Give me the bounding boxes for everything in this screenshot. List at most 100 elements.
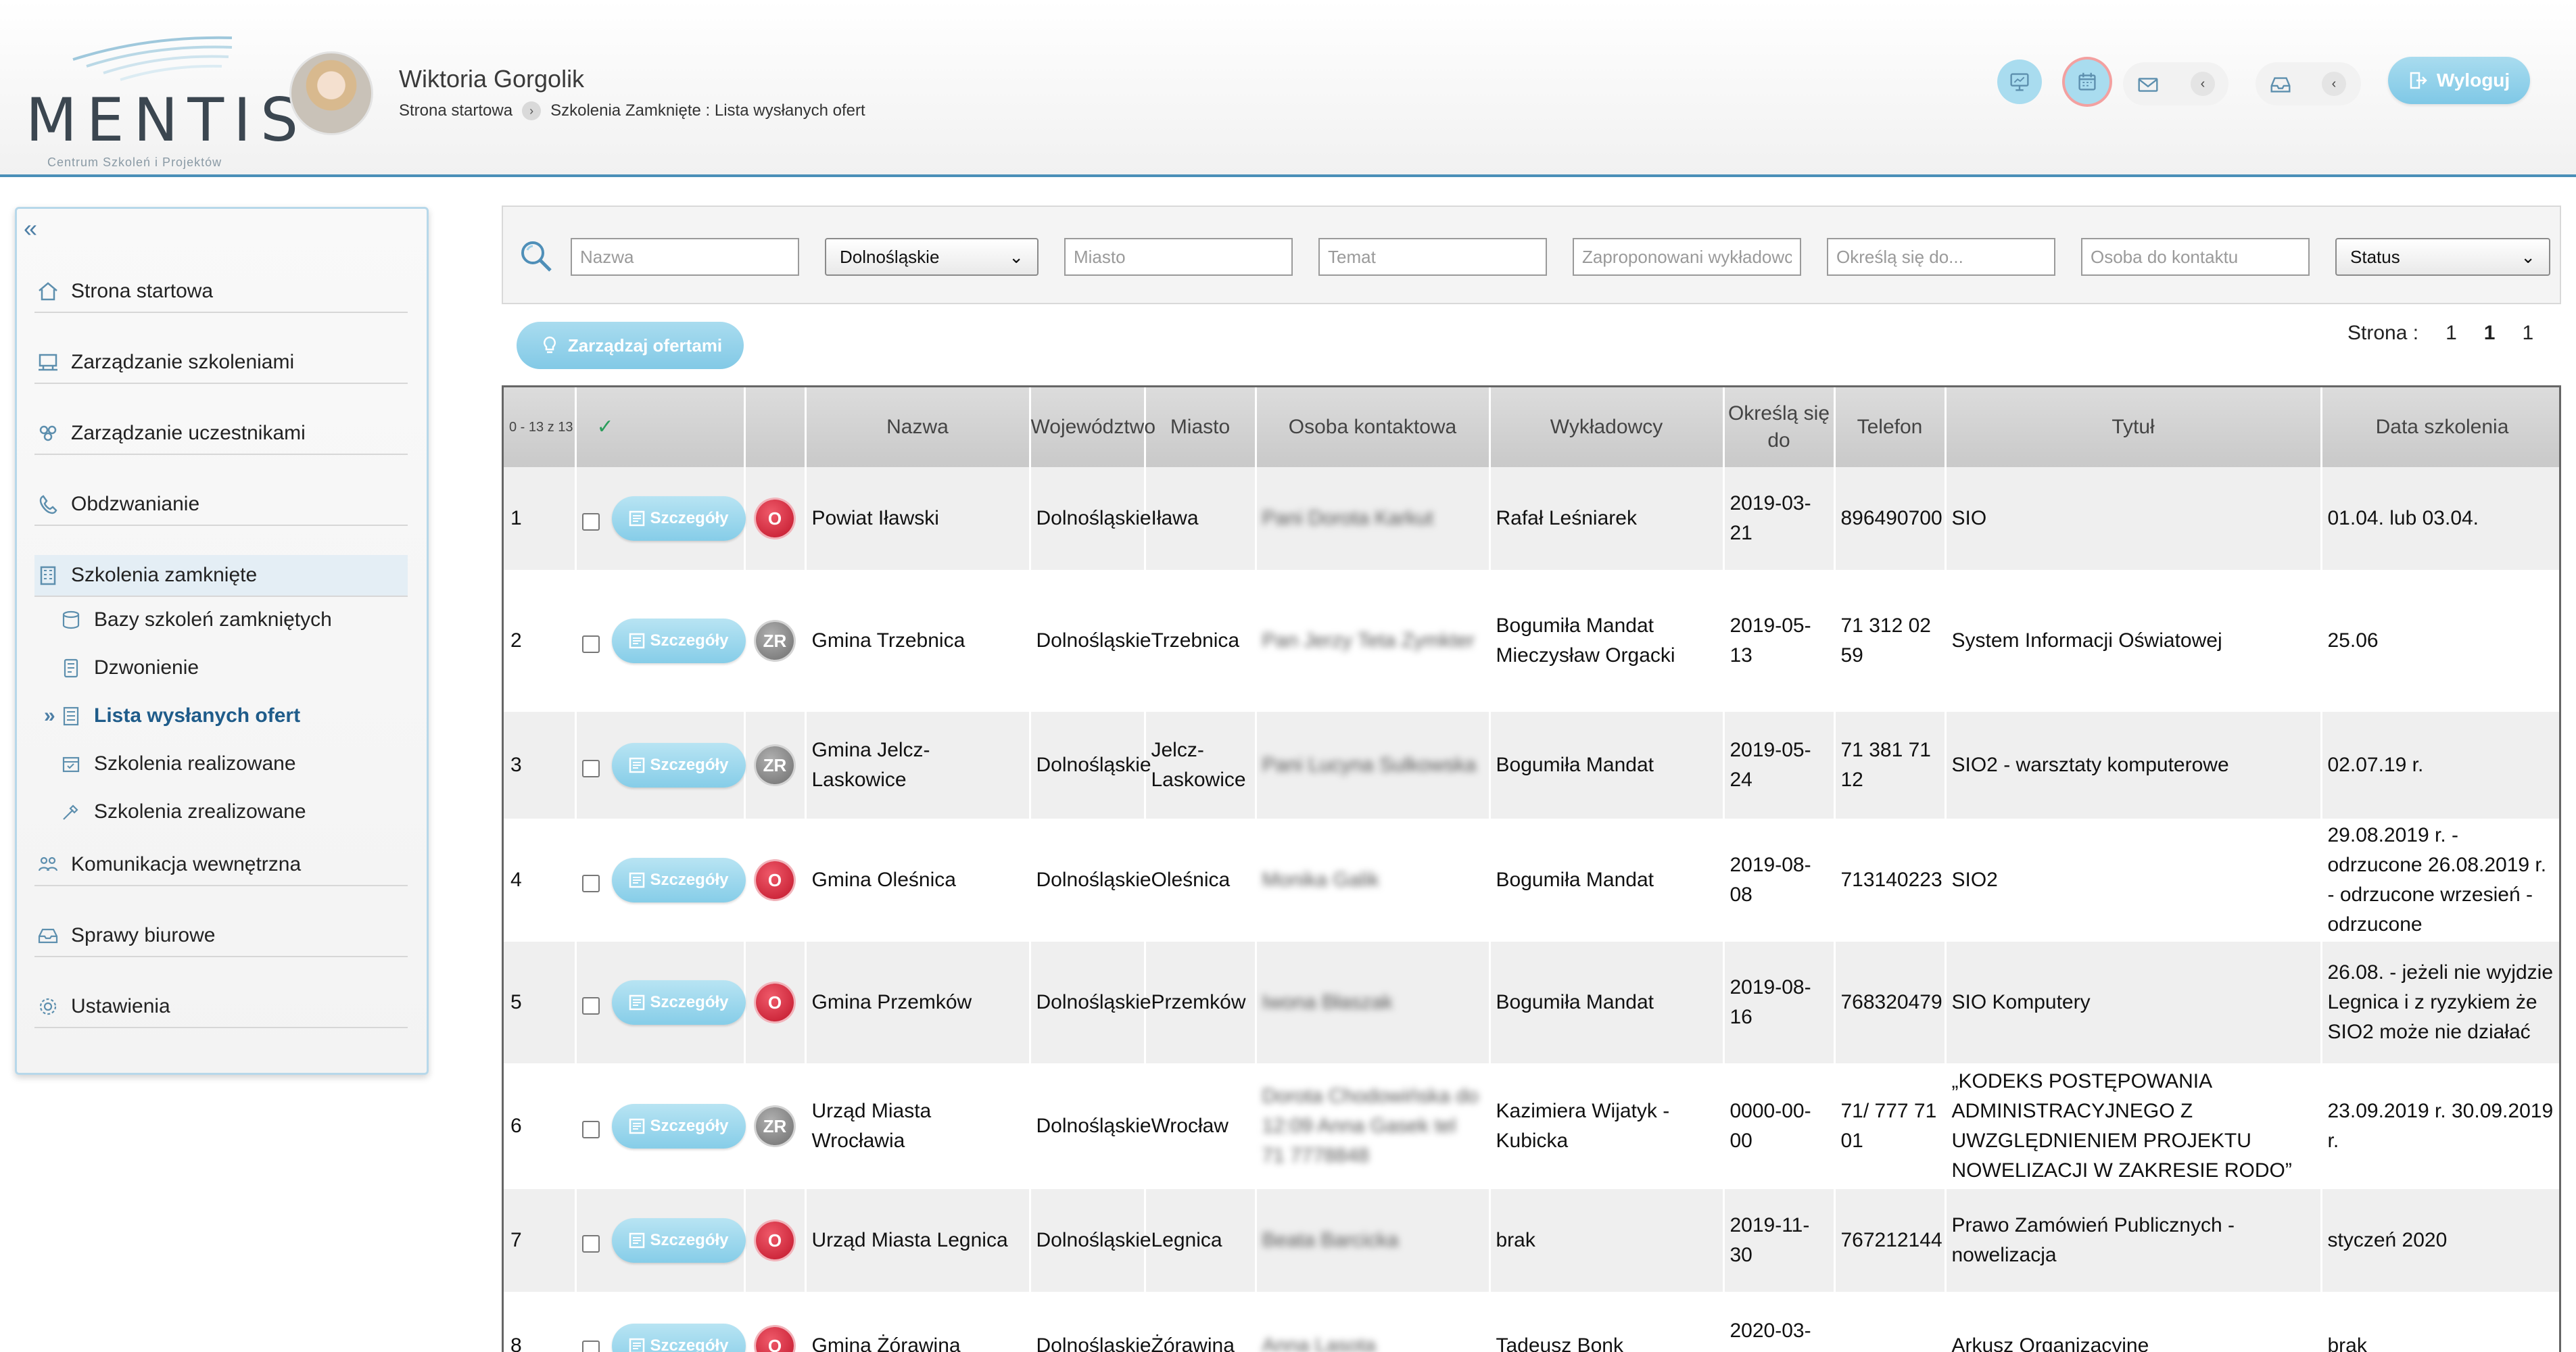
sidebar-item-obdzwanianie[interactable]: Obdzwanianie — [34, 484, 408, 526]
status-badge: O — [756, 1222, 794, 1259]
search-icon[interactable] — [518, 238, 556, 276]
status-badge: O — [756, 500, 794, 537]
cell-miasto: Wrocław — [1145, 1063, 1257, 1189]
col-header-osoba[interactable]: Osoba kontaktowa — [1256, 387, 1491, 467]
status-selected: Status — [2350, 246, 2400, 267]
subitem-szkolenia-zrealizowane[interactable]: Szkolenia zrealizowane — [57, 793, 409, 831]
badge-header — [744, 387, 807, 467]
okresl-input[interactable] — [1827, 238, 2055, 276]
col-header-nazwa[interactable]: Nazwa — [805, 387, 1031, 467]
logout-button[interactable]: Wyloguj — [2388, 57, 2530, 104]
page-link[interactable]: 1 — [2446, 322, 2457, 345]
wykladowcy-input[interactable] — [1573, 238, 1801, 276]
row-checkbox[interactable] — [581, 875, 600, 893]
status-select[interactable]: Status ⌄ — [2335, 238, 2550, 276]
miasto-input[interactable] — [1064, 238, 1293, 276]
logout-label: Wyloguj — [2436, 70, 2510, 91]
details-button[interactable]: Szczegóły — [611, 496, 746, 541]
cell-nazwa: Gmina Oleśnica — [805, 819, 1031, 942]
cell-data: 02.07.19 r. — [2321, 712, 2559, 819]
row-checkbox[interactable] — [581, 1341, 600, 1352]
row-number: 3 — [504, 712, 577, 819]
details-button[interactable]: Szczegóły — [611, 1104, 746, 1149]
sidebar-item-ustawienia[interactable]: Ustawienia — [34, 986, 408, 1028]
cell-wykladowcy: Rafał Leśniarek — [1489, 467, 1725, 570]
row-checkbox[interactable] — [581, 1235, 600, 1253]
cell-wykladowcy: Bogumiła Mandat — [1489, 819, 1725, 942]
col-header-okresl[interactable]: Określą się do — [1723, 387, 1836, 467]
manage-offers-button[interactable]: Zarządzaj ofertami — [517, 322, 744, 369]
details-button[interactable]: Szczegóły — [611, 1218, 746, 1263]
row-checkbox[interactable] — [581, 760, 600, 778]
details-icon — [629, 1338, 645, 1352]
details-button[interactable]: Szczegóły — [611, 1324, 746, 1352]
mail-icon — [2138, 78, 2158, 92]
pagination: Strona : 1 1 1 — [2347, 322, 2533, 345]
collapse-sidebar-icon[interactable]: « — [24, 214, 37, 243]
cell-nazwa: Urząd Miasta Wrocławia — [805, 1063, 1031, 1189]
cell-osoba: Pani Lucyna Sulkowska — [1256, 712, 1491, 819]
inbox-button[interactable] — [2258, 62, 2303, 107]
sidebar-item-komunikacja[interactable]: Komunikacja wewnętrzna — [34, 844, 408, 886]
details-button[interactable]: Szczegóły — [611, 619, 746, 663]
details-icon — [629, 1118, 645, 1134]
col-header-wojewodztwo[interactable]: Województwo — [1030, 387, 1155, 467]
offers-table: 0 - 13 z 13 ✓ Nazwa Województwo Miasto O… — [502, 385, 2561, 1352]
nazwa-input[interactable] — [571, 238, 799, 276]
calendar-button[interactable] — [2065, 59, 2109, 104]
breadcrumb-home[interactable]: Strona startowa — [399, 101, 512, 120]
select-all-header[interactable]: ✓ — [575, 387, 746, 467]
inbox-expand-arrow[interactable]: ‹ — [2322, 72, 2346, 96]
mentis-logo[interactable]: MENTIS Centrum Szkoleń i Projektów — [26, 32, 298, 169]
details-button[interactable]: Szczegóły — [611, 743, 746, 788]
row-actions-cell: Szczegóły — [575, 1189, 746, 1292]
sidebar-item-szkolenia-zamkniete[interactable]: Szkolenia zamknięte — [34, 555, 408, 597]
status-badge: ZR — [756, 746, 794, 784]
status-badge: ZR — [756, 622, 794, 660]
temat-input[interactable] — [1318, 238, 1547, 276]
wojewodztwo-select[interactable]: Dolnośląskie ⌄ — [825, 238, 1039, 276]
row-checkbox[interactable] — [581, 513, 600, 531]
cell-okresl: 2019-05-13 — [1723, 570, 1836, 712]
details-button[interactable]: Szczegóły — [611, 858, 746, 902]
col-header-data[interactable]: Data szkolenia — [2321, 387, 2559, 467]
mail-button[interactable] — [2126, 62, 2170, 107]
cell-okresl: 2019-05-24 — [1723, 712, 1836, 819]
cell-tytul: SIO — [1945, 467, 2322, 570]
row-checkbox[interactable] — [581, 635, 600, 654]
cell-tytul: SIO2 - warsztaty komputerowe — [1945, 712, 2322, 819]
table-row: 1 Szczegóły O Powiat Iławski Dolnośląskie Iła… — [504, 467, 2559, 570]
status-badge-cell: O — [744, 467, 807, 570]
subitem-lista-wyslanych-ofert[interactable]: » Lista wysłanych ofert — [44, 697, 409, 735]
row-checkbox[interactable] — [581, 1121, 600, 1139]
cell-osoba: Monika Galik — [1256, 819, 1491, 942]
details-button[interactable]: Szczegóły — [611, 980, 746, 1025]
subitem-bazy-szkolen[interactable]: Bazy szkoleń zamkniętych — [57, 601, 409, 639]
sidebar-item-zarzadzanie-szkoleniami[interactable]: Zarządzanie szkoleniami — [34, 342, 408, 384]
col-header-wykladowcy[interactable]: Wykładowcy — [1489, 387, 1725, 467]
cell-miasto: Jelcz-Laskowice — [1145, 712, 1257, 819]
calendar-check-icon — [57, 750, 85, 777]
table-row: 3 Szczegóły ZR Gmina Jelcz-Laskowice Dolnośl… — [504, 712, 2559, 819]
row-actions-cell: Szczegóły — [575, 942, 746, 1063]
monitor-button[interactable] — [1997, 59, 2042, 104]
inbox-icon — [2270, 77, 2291, 93]
osoba-input[interactable] — [2081, 238, 2310, 276]
page-current[interactable]: 1 — [2484, 322, 2496, 345]
subitem-szkolenia-realizowane[interactable]: Szkolenia realizowane — [57, 745, 409, 783]
cell-tytul: SIO Komputery — [1945, 942, 2322, 1063]
avatar[interactable] — [289, 51, 373, 135]
row-checkbox[interactable] — [581, 997, 600, 1015]
col-header-telefon[interactable]: Telefon — [1834, 387, 1947, 467]
page-link[interactable]: 1 — [2522, 322, 2533, 345]
col-header-miasto[interactable]: Miasto — [1145, 387, 1257, 467]
col-header-tytul[interactable]: Tytuł — [1945, 387, 2322, 467]
sidebar-item-label: Ustawienia — [71, 995, 170, 1017]
mail-expand-arrow[interactable]: ‹ — [2191, 72, 2215, 96]
subitem-dzwonienie[interactable]: Dzwonienie — [57, 649, 409, 687]
cell-tytul: Arkusz Organizacyjne — [1945, 1292, 2322, 1352]
sidebar-item-zarzadzanie-uczestnikami[interactable]: Zarządzanie uczestnikami — [34, 413, 408, 455]
sidebar-item-strona-startowa[interactable]: Strona startowa — [34, 271, 408, 313]
user-name: Wiktoria Gorgolik — [399, 65, 585, 93]
sidebar-item-sprawy-biurowe[interactable]: Sprawy biurowe — [34, 915, 408, 957]
